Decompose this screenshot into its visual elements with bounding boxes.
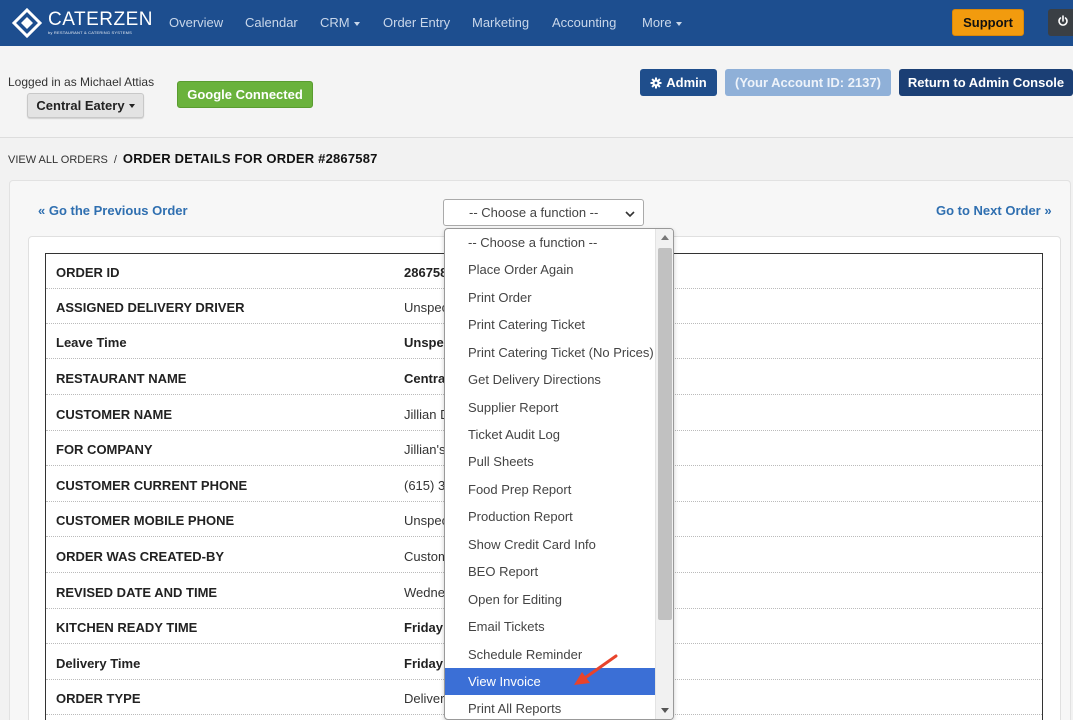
chevron-down-icon (353, 21, 360, 26)
logged-in-text: Logged in as Michael Attias (8, 75, 155, 89)
option-choose-function[interactable]: -- Choose a function -- (445, 229, 656, 256)
scroll-down-arrow-icon[interactable] (661, 708, 669, 713)
option-get-delivery-directions[interactable]: Get Delivery Directions (445, 366, 656, 393)
annotation-arrow-icon (574, 654, 618, 685)
detail-label: KITCHEN READY TIME (56, 620, 198, 635)
detail-label: REVISED DATE AND TIME (56, 585, 218, 600)
top-navbar: CATERZEN by RESTAURANT & CATERING SYSTEM… (0, 0, 1073, 46)
option-ticket-audit-log[interactable]: Ticket Audit Log (445, 421, 656, 448)
nav-marketing[interactable]: Marketing (472, 15, 529, 30)
diamond-logo-icon (11, 7, 43, 39)
detail-value: Friday (404, 656, 444, 671)
location-label: Central Eatery (36, 98, 125, 113)
option-beo-report[interactable]: BEO Report (445, 558, 656, 585)
function-select-value: -- Choose a function -- (469, 205, 599, 220)
return-admin-console-button[interactable]: Return to Admin Console (899, 69, 1073, 96)
brand-name: CATERZEN (48, 9, 153, 30)
nav-overview-label: Overview (169, 15, 224, 30)
chevron-down-icon (625, 207, 635, 222)
detail-value: Delivery (404, 691, 446, 706)
option-supplier-report[interactable]: Supplier Report (445, 394, 656, 421)
function-dropdown-list[interactable]: -- Choose a function -- Place Order Agai… (444, 228, 674, 720)
nav-overview[interactable]: Overview (169, 15, 223, 30)
nav-calendar-label: Calendar (245, 15, 298, 30)
nav-crm[interactable]: CRM (320, 15, 360, 30)
option-production-report[interactable]: Production Report (445, 503, 656, 530)
nav-crm-label: CRM (320, 15, 350, 30)
nav-accounting[interactable]: Accounting (552, 15, 616, 30)
option-food-prep-report[interactable]: Food Prep Report (445, 476, 656, 503)
nav-marketing-label: Marketing (472, 15, 530, 30)
option-place-order-again[interactable]: Place Order Again (445, 256, 656, 283)
detail-label: Delivery Time (56, 656, 141, 671)
option-schedule-reminder[interactable]: Schedule Reminder (445, 641, 656, 668)
detail-label: RESTAURANT NAME (56, 371, 187, 386)
logo-text: CATERZEN by RESTAURANT & CATERING SYSTEM… (48, 9, 153, 35)
detail-value: Customer (404, 549, 446, 564)
detail-label: CUSTOMER MOBILE PHONE (56, 513, 235, 528)
breadcrumb: VIEW ALL ORDERS / ORDER DETAILS FOR ORDE… (8, 151, 378, 166)
breadcrumb-separator: / (113, 154, 117, 166)
detail-value: Unspecified (404, 300, 446, 315)
detail-label: CUSTOMER NAME (56, 407, 173, 422)
admin-label: Admin (666, 75, 707, 90)
option-pull-sheets[interactable]: Pull Sheets (445, 448, 656, 475)
option-print-all-reports[interactable]: Print All Reports (445, 695, 656, 719)
admin-button[interactable]: Admin (640, 69, 717, 96)
google-connected-label: Google Connected (177, 81, 313, 108)
next-order-link[interactable]: Go to Next Order » (936, 203, 1052, 218)
chevron-down-icon (128, 103, 135, 108)
detail-value: Unspecified (404, 335, 446, 350)
scrollbar-thumb[interactable] (658, 248, 672, 620)
nav-accounting-label: Accounting (552, 15, 617, 30)
option-show-credit-card-info[interactable]: Show Credit Card Info (445, 531, 656, 558)
dropdown-scrollbar[interactable] (655, 229, 673, 719)
detail-label: ORDER ID (56, 265, 120, 280)
option-email-tickets[interactable]: Email Tickets (445, 613, 656, 640)
detail-value: Wednesday (404, 585, 446, 600)
breadcrumb-view-all-orders[interactable]: VIEW ALL ORDERS (8, 154, 108, 166)
detail-label: CUSTOMER CURRENT PHONE (56, 478, 248, 493)
detail-value: Jillian D (404, 407, 446, 422)
caterzen-logo[interactable]: CATERZEN by RESTAURANT & CATERING SYSTEM… (11, 7, 153, 39)
detail-value: 2867587 (404, 265, 446, 280)
option-print-order[interactable]: Print Order (445, 284, 656, 311)
return-label: Return to Admin Console (907, 75, 1065, 90)
chevron-down-icon (675, 21, 682, 26)
function-select[interactable]: -- Choose a function -- (443, 199, 644, 226)
previous-order-link[interactable]: « Go the Previous Order (38, 203, 188, 218)
scroll-up-arrow-icon[interactable] (661, 235, 669, 240)
detail-value: Unspecified (404, 513, 446, 528)
option-print-catering-ticket-no-prices[interactable]: Print Catering Ticket (No Prices) (445, 339, 656, 366)
nav-order-entry-label: Order Entry (383, 15, 451, 30)
page-title: ORDER DETAILS FOR ORDER #2867587 (122, 151, 378, 166)
logout-button[interactable] (1048, 9, 1073, 36)
google-connected-button[interactable]: Google Connected (177, 81, 313, 108)
option-open-for-editing[interactable]: Open for Editing (445, 586, 656, 613)
detail-label: Leave Time (56, 335, 127, 350)
option-print-catering-ticket[interactable]: Print Catering Ticket (445, 311, 656, 338)
detail-label: ORDER TYPE (56, 691, 141, 706)
brand-tagline: by RESTAURANT & CATERING SYSTEMS (48, 30, 132, 35)
gear-icon (650, 77, 662, 89)
account-id-button[interactable]: (Your Account ID: 2137) (725, 69, 891, 96)
account-id-label: (Your Account ID: 2137) (735, 75, 881, 90)
nav-more-label: More (642, 15, 672, 30)
option-view-invoice[interactable]: View Invoice (445, 668, 656, 695)
nav-more[interactable]: More (642, 15, 682, 30)
support-button[interactable]: Support (952, 9, 1024, 36)
detail-value: Friday (404, 620, 444, 635)
detail-label: ORDER WAS CREATED-BY (56, 549, 225, 564)
detail-value: (615) 3 (404, 478, 446, 493)
support-label: Support (963, 15, 1013, 30)
detail-label: ASSIGNED DELIVERY DRIVER (56, 300, 245, 315)
detail-label: FOR COMPANY (56, 442, 153, 457)
nav-order-entry[interactable]: Order Entry (383, 15, 450, 30)
nav-calendar[interactable]: Calendar (245, 15, 298, 30)
power-icon (1057, 14, 1069, 32)
location-dropdown-button[interactable]: Central Eatery (27, 93, 144, 118)
detail-value: Jillian's (404, 442, 446, 457)
detail-value: Central Eatery (404, 371, 446, 386)
